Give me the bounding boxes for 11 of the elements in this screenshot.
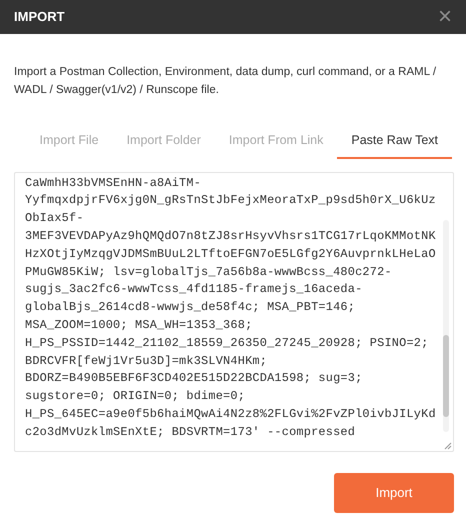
tab[interactable]: Paste Raw Text: [337, 124, 452, 159]
resize-grip-icon[interactable]: [442, 440, 452, 450]
import-button[interactable]: Import: [334, 472, 454, 513]
description-text: Import a Postman Collection, Environment, data dump, curl command, or a RAML / WADL / Swagger(v1/v2) / Runscope file.: [14, 65, 438, 98]
tab[interactable]: Import File: [26, 124, 113, 159]
tab[interactable]: Import From Link: [214, 124, 338, 159]
raw-text-field[interactable]: CaWmhH33bVMSEnHN-a8AiTM- YyfmqxdpjrFV6xjg0N_gRsTnStJbFejxMeoraTxP_p9sd5h0rX_U6kUz ObIax5f- 3MEF3VEVDAPyAz9hQMQdO7n8tZJ8srHsyvVhsrs1TCG17rLqoKMMotNK HzXOtjIyMzqgVJDMSmBUuL2LTftoEFGN7oE5LGfg2Y6AuvprnkLHeLaO PMuGW85KiW; lsv=globalTjs_7a56b8a-wwwBcss_480c272- sugjs_3ac2fc6-wwwTcss_4fd1185-framejs_16aceda- globalBjs_2614cd8-wwwjs_de58f4c; MSA_PBT=146; MSA_ZOOM=1000; MSA_WH=1353_368; H_PS_PSSID=1442_21102_18559_26350_27245_20928; PSINO=2; BDRCVFR[feWj1Vr5u3D]=mk3SLVN4HKm; BDORZ=B490B5EBF6F3CD402E515D22BCDA1598; sug=3; sugstore=0; ORIGIN=0; bdime=0; H_PS_645EC=a9e0f5b6haiMQwAi4N2z8%2FLGvi%2FvZPl0ivbJILyKd c2o3dMvUzklmSEnXtE; BDSVRTM=173' --compressed: [14, 172, 454, 452]
close-button[interactable]: ×: [438, 5, 452, 29]
scrollbar-thumb[interactable]: [443, 334, 449, 417]
tab[interactable]: Import Folder: [112, 124, 215, 159]
dialog-title: IMPORT: [14, 8, 65, 26]
